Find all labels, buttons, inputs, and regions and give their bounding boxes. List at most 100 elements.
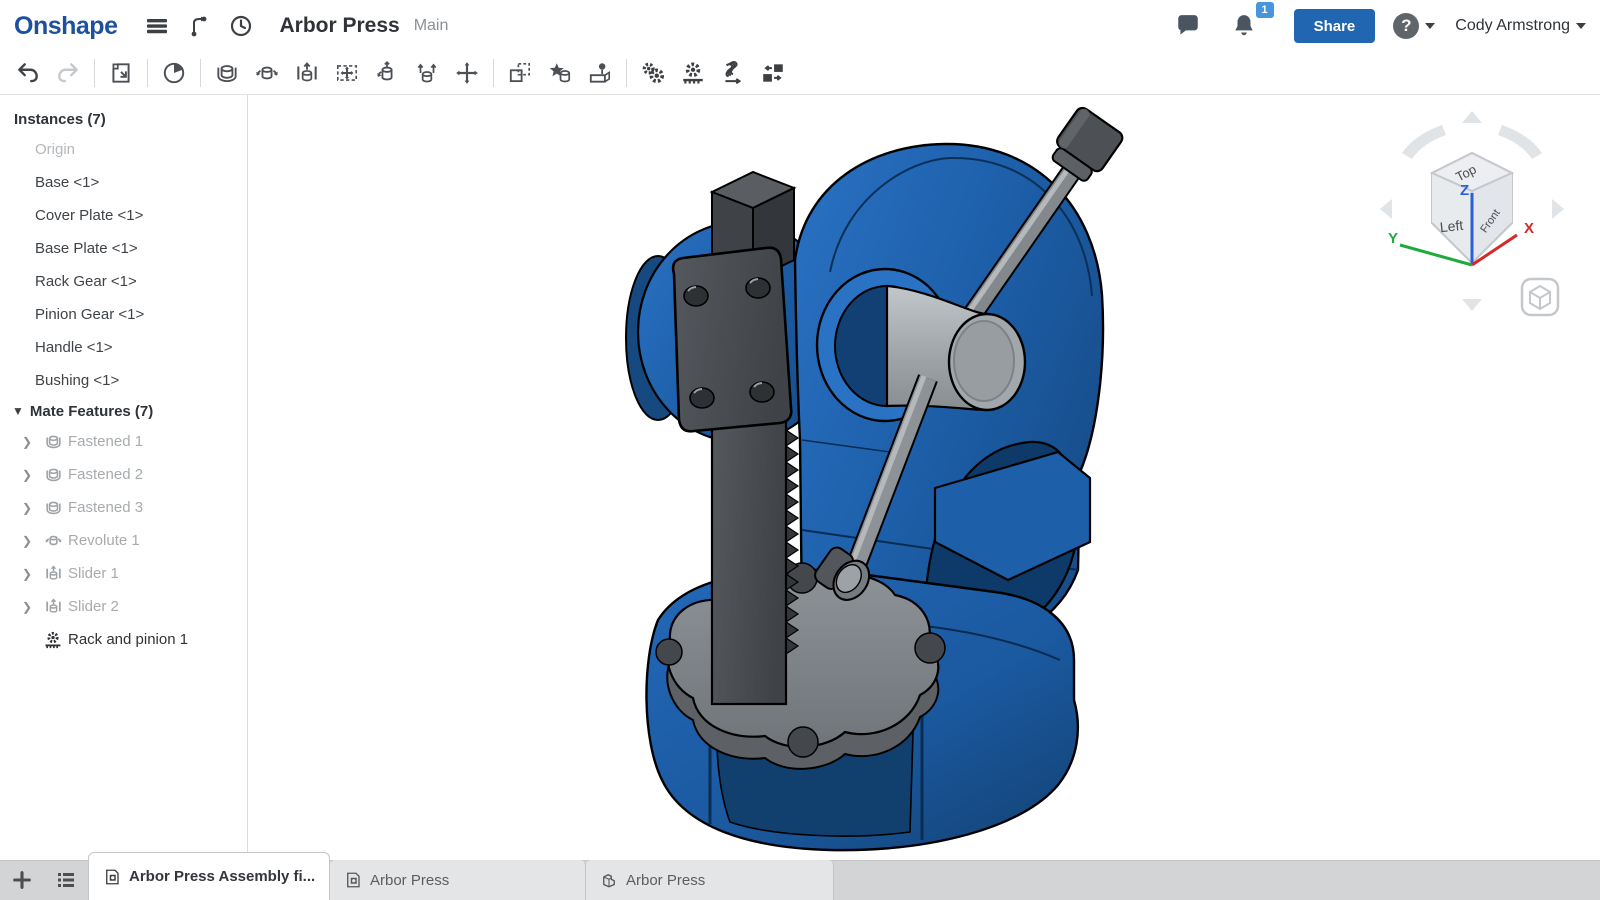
workspace-name[interactable]: Main [414, 17, 449, 35]
user-caret-icon [1576, 23, 1586, 29]
toolbar-divider [626, 59, 627, 87]
undo-button[interactable] [8, 55, 48, 91]
mate-fastened-1[interactable]: ❯ Fastened 1 [0, 425, 247, 458]
planar-mate-icon [334, 60, 360, 86]
bell-icon [1231, 13, 1257, 39]
cylindrical-mate-icon [374, 60, 400, 86]
insert-icon [108, 60, 134, 86]
pin-slot-mate-icon [414, 60, 440, 86]
mate-features-header[interactable]: ▼ Mate Features (7) [0, 397, 247, 425]
rack-and-pinion-relation-icon [42, 629, 64, 651]
redo-button[interactable] [48, 55, 88, 91]
list-icon [54, 868, 78, 892]
mate-slider-1[interactable]: ❯ Slider 1 [0, 557, 247, 590]
help-caret-icon [1425, 23, 1435, 29]
assembly-tab-icon [103, 868, 121, 886]
notifications-button[interactable]: 1 [1226, 8, 1262, 44]
slider-mate-icon [294, 60, 320, 86]
planar-mate-button[interactable] [327, 55, 367, 91]
comments-button[interactable] [1170, 8, 1206, 44]
versions-button[interactable] [181, 8, 217, 44]
pin-slot-mate-button[interactable] [407, 55, 447, 91]
hamburger-icon [145, 14, 169, 38]
mate-slider-2[interactable]: ❯ Slider 2 [0, 590, 247, 623]
instance-base[interactable]: Base <1> [0, 166, 247, 199]
view-cube-face-left[interactable]: Left [1439, 217, 1464, 235]
model-cover-plate [673, 248, 791, 432]
fastened-mate-icon [42, 497, 64, 519]
history-button[interactable] [223, 8, 259, 44]
plus-icon [11, 869, 33, 891]
chevron-down-icon[interactable]: ▼ [12, 404, 24, 418]
screw-relation-button[interactable] [713, 55, 753, 91]
instance-origin[interactable]: Origin [0, 133, 247, 166]
toolbar-divider [94, 59, 95, 87]
main-menu-button[interactable] [139, 8, 175, 44]
group-icon [507, 60, 533, 86]
fastened-mate-button[interactable] [207, 55, 247, 91]
pie-icon [161, 60, 187, 86]
rack-and-pinion-relation-icon [680, 60, 706, 86]
tab-arbor-press-assembly-2[interactable]: Arbor Press [330, 860, 586, 900]
insert-button[interactable] [101, 55, 141, 91]
chevron-right-icon[interactable]: ❯ [22, 435, 38, 449]
linear-relation-icon [760, 60, 786, 86]
mate-rack-and-pinion-1[interactable]: Rack and pinion 1 [0, 623, 247, 656]
redo-icon [55, 60, 81, 86]
help-menu[interactable]: ? [1393, 13, 1435, 39]
chevron-right-icon[interactable]: ❯ [22, 534, 38, 548]
add-tab-button[interactable] [0, 860, 44, 900]
document-title: Arbor Press [279, 14, 399, 38]
revolute-mate-icon [254, 60, 280, 86]
instances-header: Instances (7) [0, 105, 247, 133]
arbor-press-model[interactable] [590, 100, 1150, 860]
revolute-mate-button[interactable] [247, 55, 287, 91]
instance-rack-gear[interactable]: Rack Gear <1> [0, 265, 247, 298]
named-positions-icon [547, 60, 573, 86]
mate-connector-button[interactable] [447, 55, 487, 91]
gear-relation-button[interactable] [633, 55, 673, 91]
group-button[interactable] [500, 55, 540, 91]
fastened-mate-icon [42, 431, 64, 453]
assembly-toolbar [0, 52, 1600, 95]
tab-list-button[interactable] [44, 860, 88, 900]
user-menu[interactable]: Cody Armstrong [1455, 17, 1586, 35]
instance-pinion-gear[interactable]: Pinion Gear <1> [0, 298, 247, 331]
axis-y-label: Y [1388, 230, 1398, 247]
rack-and-pinion-relation-button[interactable] [673, 55, 713, 91]
instance-cover-plate[interactable]: Cover Plate <1> [0, 199, 247, 232]
chevron-right-icon[interactable]: ❯ [22, 567, 38, 581]
pie-button[interactable] [154, 55, 194, 91]
tab-arbor-press-partstudio[interactable]: Arbor Press [586, 860, 834, 900]
mate-revolute-1[interactable]: ❯ Revolute 1 [0, 524, 247, 557]
user-name: Cody Armstrong [1455, 17, 1570, 35]
instance-bushing[interactable]: Bushing <1> [0, 364, 247, 397]
view-cube[interactable]: Top Left Front X Y Z [1372, 103, 1572, 323]
graphics-viewport[interactable]: Top Left Front X Y Z [248, 95, 1600, 860]
fastened-mate-icon [42, 464, 64, 486]
main-area: Top Left Front X Y Z Instances (7) [0, 95, 1600, 860]
chevron-right-icon[interactable]: ❯ [22, 468, 38, 482]
mate-fastened-3[interactable]: ❯ Fastened 3 [0, 491, 247, 524]
screw-relation-icon [720, 60, 746, 86]
chevron-right-icon[interactable]: ❯ [22, 600, 38, 614]
isometric-view-button[interactable] [1522, 279, 1558, 315]
help-icon: ? [1393, 13, 1419, 39]
slider-mate-icon [42, 563, 64, 585]
cylindrical-mate-button[interactable] [367, 55, 407, 91]
linear-relation-button[interactable] [753, 55, 793, 91]
mate-fastened-2[interactable]: ❯ Fastened 2 [0, 458, 247, 491]
fastened-mate-icon [214, 60, 240, 86]
instance-base-plate[interactable]: Base Plate <1> [0, 232, 247, 265]
chevron-right-icon[interactable]: ❯ [22, 501, 38, 515]
instance-handle[interactable]: Handle <1> [0, 331, 247, 364]
share-button[interactable]: Share [1294, 9, 1376, 43]
clock-icon [229, 14, 253, 38]
tab-arbor-press-assembly[interactable]: Arbor Press Assembly fi... [88, 852, 330, 900]
named-positions-button[interactable] [540, 55, 580, 91]
slider-mate-button[interactable] [287, 55, 327, 91]
snap-mode-button[interactable] [580, 55, 620, 91]
onshape-logo[interactable]: Onshape [14, 12, 117, 41]
mate-connector-icon [454, 60, 480, 86]
toolbar-divider [200, 59, 201, 87]
